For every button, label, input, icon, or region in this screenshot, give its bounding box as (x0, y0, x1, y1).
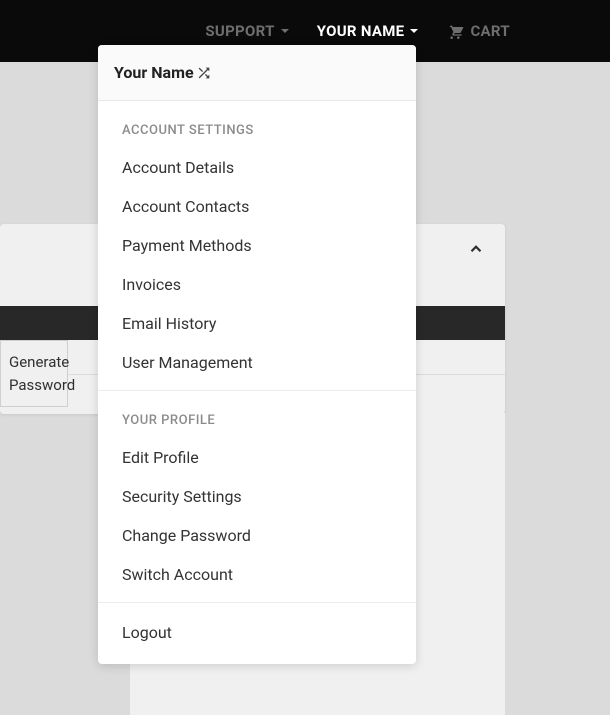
account-dropdown: Your Name ACCOUNT SETTINGS Account Detai… (98, 45, 416, 664)
menu-account-details[interactable]: Account Details (98, 148, 416, 187)
logout-section: Logout (98, 603, 416, 664)
support-label: SUPPORT (205, 22, 274, 40)
menu-switch-account[interactable]: Switch Account (98, 555, 416, 594)
cart-label: CART (470, 22, 510, 40)
menu-security-settings[interactable]: Security Settings (98, 477, 416, 516)
your-profile-section: YOUR PROFILE Edit Profile Security Setti… (98, 391, 416, 603)
menu-payment-methods[interactable]: Payment Methods (98, 226, 416, 265)
caret-down-icon (410, 29, 418, 33)
menu-invoices[interactable]: Invoices (98, 265, 416, 304)
menu-change-password[interactable]: Change Password (98, 516, 416, 555)
menu-account-contacts[interactable]: Account Contacts (98, 187, 416, 226)
dropdown-header: Your Name (98, 45, 416, 101)
account-settings-label: ACCOUNT SETTINGS (98, 109, 416, 148)
your-profile-label: YOUR PROFILE (98, 399, 416, 438)
cart-link[interactable]: CART (446, 22, 510, 40)
caret-down-icon (281, 29, 289, 33)
support-menu[interactable]: SUPPORT (205, 22, 288, 40)
account-settings-section: ACCOUNT SETTINGS Account Details Account… (98, 101, 416, 391)
menu-email-history[interactable]: Email History (98, 304, 416, 343)
your-name-menu[interactable]: YOUR NAME (317, 22, 419, 40)
your-name-label: YOUR NAME (317, 22, 405, 40)
cart-icon (446, 23, 464, 39)
menu-logout[interactable]: Logout (98, 613, 416, 652)
menu-user-management[interactable]: User Management (98, 343, 416, 382)
shuffle-icon[interactable] (196, 65, 212, 81)
menu-edit-profile[interactable]: Edit Profile (98, 438, 416, 477)
dropdown-header-name: Your Name (114, 63, 194, 82)
